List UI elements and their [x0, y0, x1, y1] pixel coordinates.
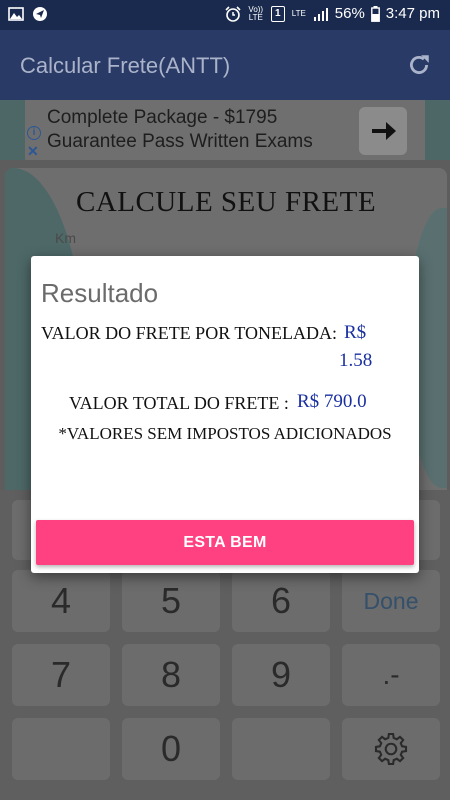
- ad-side-left: [0, 100, 25, 160]
- dialog-title: Resultado: [41, 278, 159, 308]
- ad-arrow-button[interactable]: [359, 107, 407, 155]
- key-0[interactable]: 0: [122, 718, 220, 780]
- image-icon: [8, 7, 24, 21]
- ad-line-2: Guarantee Pass Written Exams: [47, 131, 313, 152]
- gear-icon: [374, 732, 408, 766]
- key-blank-6[interactable]: [232, 718, 330, 780]
- signal-icon: [313, 7, 328, 21]
- key-done[interactable]: Done: [342, 570, 440, 632]
- ad-info-icon[interactable]: i: [27, 126, 41, 140]
- key-4[interactable]: 4: [12, 570, 110, 632]
- key-9[interactable]: 9: [232, 644, 330, 706]
- ad-banner[interactable]: i ✕ Complete Package - $1795 Guarantee P…: [25, 100, 425, 160]
- key-6[interactable]: 6: [232, 570, 330, 632]
- per-ton-currency: R$: [344, 322, 367, 343]
- status-bar: Vo)) LTE 1 LTE 56% 3:47 pm: [0, 0, 450, 30]
- alarm-icon: [225, 5, 241, 22]
- per-ton-value: 1.58: [339, 350, 373, 371]
- km-field-label: Km: [55, 230, 76, 246]
- total-value: R$ 790.0: [297, 391, 367, 412]
- volte-label: Vo)) LTE: [248, 4, 264, 22]
- per-ton-label: VALOR DO FRETE POR TONELADA:: [41, 323, 338, 343]
- ad-side-right: [425, 100, 450, 160]
- battery-icon: [370, 5, 380, 22]
- ad-text[interactable]: Complete Package - $1795 Guarantee Pass …: [47, 106, 313, 154]
- key-settings[interactable]: [342, 718, 440, 780]
- clock: 3:47 pm: [385, 5, 440, 22]
- battery-percent: 56%: [334, 5, 365, 22]
- total-label: VALOR TOTAL DO FRETE :: [69, 393, 289, 413]
- key-7[interactable]: 7: [12, 644, 110, 706]
- result-dialog: Resultado VALOR DO FRETE POR TONELADA: R…: [31, 256, 419, 573]
- arrow-right-icon: [372, 122, 396, 140]
- tax-note: *VALORES SEM IMPOSTOS ADICIONADOS: [58, 424, 392, 443]
- form-heading: CALCULE SEU FRETE: [75, 186, 377, 218]
- key-dot-minus[interactable]: .-: [342, 644, 440, 706]
- app-bar: Calcular Frete(ANTT): [0, 30, 450, 100]
- refresh-icon[interactable]: [406, 52, 432, 78]
- key-blank-5[interactable]: [12, 718, 110, 780]
- app-title: Calcular Frete(ANTT): [20, 53, 231, 78]
- ad-line-1: Complete Package - $1795: [47, 107, 278, 128]
- ok-button[interactable]: ESTA BEM: [36, 520, 414, 565]
- ad-close-icon[interactable]: ✕: [27, 143, 39, 160]
- key-5[interactable]: 5: [122, 570, 220, 632]
- key-8[interactable]: 8: [122, 644, 220, 706]
- sim-slot-badge: 1: [270, 5, 285, 22]
- navigation-icon: [33, 7, 47, 21]
- lte-label: LTE: [291, 8, 306, 18]
